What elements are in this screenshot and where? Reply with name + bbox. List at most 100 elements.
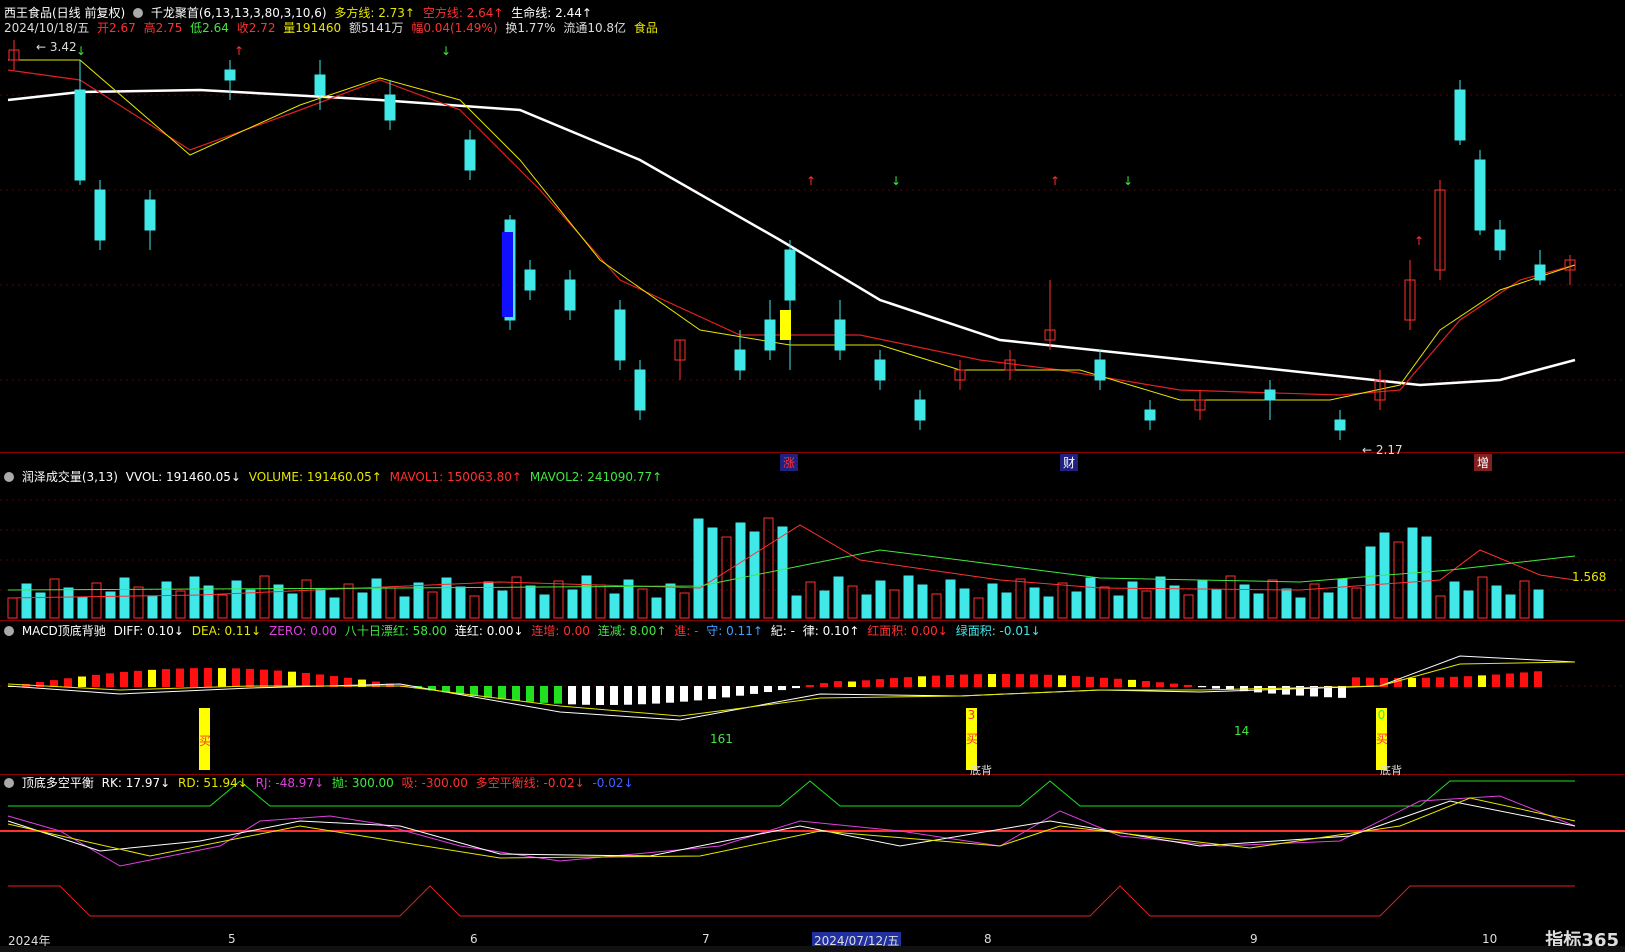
macd-bar bbox=[498, 686, 506, 700]
candle-body bbox=[1264, 389, 1276, 401]
duo-line-value: 多方线: 2.73↑ bbox=[334, 6, 415, 20]
gear-icon[interactable] bbox=[4, 472, 14, 482]
tag-zhang[interactable]: 涨 bbox=[780, 454, 799, 471]
volume-ratio-label: 1.568 bbox=[1572, 570, 1607, 584]
balance-panel[interactable]: 顶底多空平衡 RK: 17.97↓ RD: 51.94↓ RJ: -48.97↓… bbox=[0, 776, 1625, 928]
red-area-value: 红面积: 0.00↓ bbox=[867, 624, 948, 638]
signal-arrow: ↓ bbox=[441, 44, 451, 58]
volume-bar bbox=[945, 579, 956, 619]
buy-signal-1[interactable]: 买 bbox=[199, 708, 211, 770]
volume-bar bbox=[301, 579, 312, 619]
macd-bar bbox=[148, 669, 156, 687]
gear-icon[interactable] bbox=[4, 626, 14, 636]
volume-bar bbox=[637, 588, 648, 619]
macd-bar bbox=[1212, 686, 1220, 689]
green-area-value: 绿面积: -0.01↓ bbox=[955, 624, 1041, 638]
min-price-label: ← 2.17 bbox=[1362, 443, 1403, 457]
xi-value: 吸: -300.00 bbox=[401, 776, 468, 790]
macd-bar bbox=[946, 674, 954, 687]
volume-bar bbox=[217, 594, 228, 619]
volume-chart[interactable] bbox=[0, 470, 1625, 620]
macd-panel[interactable]: MACD顶底背驰 DIFF: 0.10↓ DEA: 0.11↓ ZERO: 0.… bbox=[0, 624, 1625, 777]
volume-bar bbox=[693, 518, 704, 619]
quote-high: 高2.75 bbox=[143, 21, 183, 35]
macd-bar bbox=[1534, 671, 1542, 687]
volume-bar bbox=[1127, 581, 1138, 619]
macd-bar bbox=[1198, 686, 1206, 688]
macd-bar bbox=[512, 686, 520, 701]
macd-bar bbox=[834, 681, 842, 687]
candle-body bbox=[74, 89, 86, 181]
quote-low: 低2.64 bbox=[190, 21, 229, 35]
macd-bar bbox=[652, 686, 660, 704]
volume-bar bbox=[1323, 592, 1334, 619]
kong-line bbox=[7, 69, 1576, 396]
volume-bar bbox=[567, 589, 578, 619]
signal-arrow: ↓ bbox=[1123, 174, 1133, 188]
volume-bar bbox=[1267, 579, 1278, 619]
duo-line bbox=[8, 59, 1576, 401]
macd-bar bbox=[1492, 674, 1500, 687]
volume-bar bbox=[273, 584, 284, 619]
volume-value: VOLUME: 191460.05↑ bbox=[248, 470, 382, 484]
macd-bar bbox=[64, 678, 72, 687]
macd-bar bbox=[1366, 677, 1374, 687]
buy-signal-3[interactable]: 0 买 bbox=[1376, 708, 1388, 770]
macd-bar bbox=[540, 686, 548, 703]
gear-icon[interactable] bbox=[133, 8, 144, 18]
quote-change: 幅0.04(1.49%) bbox=[411, 21, 498, 35]
volume-bar bbox=[1421, 536, 1432, 619]
volume-bar bbox=[1169, 585, 1180, 619]
rk-value: RK: 17.97↓ bbox=[101, 776, 171, 790]
balance-chart[interactable] bbox=[0, 776, 1625, 928]
macd-bar bbox=[1170, 683, 1178, 687]
volume-bar bbox=[1141, 590, 1152, 619]
dea-value: DEA: 0.11↓ bbox=[191, 624, 262, 638]
macd-bar bbox=[176, 668, 184, 687]
buy-signal-2[interactable]: 3 买 bbox=[966, 708, 979, 770]
x-label-9: 9 bbox=[1250, 932, 1258, 946]
volume-bar bbox=[91, 582, 102, 619]
volume-bar bbox=[875, 580, 886, 619]
price-panel[interactable]: ↓ ↑ ↓ ↑ ↓ ↑ ↓ ↑ 西王食品(日线 前复权) 千龙聚首(6,13,13,3,80,… bbox=[0, 0, 1625, 471]
volume-bar bbox=[707, 527, 718, 619]
macd-header: MACD顶底背驰 DIFF: 0.10↓ DEA: 0.11↓ ZERO: 0.… bbox=[4, 624, 1045, 639]
macd-bar bbox=[190, 668, 198, 687]
highlight-candle-yellow bbox=[780, 310, 791, 340]
volume-bar bbox=[1001, 592, 1012, 619]
buy-signal-label: 买 bbox=[966, 732, 979, 746]
stock-name[interactable]: 西王食品(日线 前复权) bbox=[4, 6, 125, 20]
macd-bar bbox=[1422, 677, 1430, 687]
macd-bar bbox=[918, 676, 926, 687]
macd-bar bbox=[232, 668, 240, 687]
volume-bar bbox=[49, 578, 60, 619]
lianjian-value: 连减: 8.00↑ bbox=[597, 624, 667, 638]
volume-panel[interactable]: 润泽成交量(3,13) VVOL: 191460.05↓ VOLUME: 191… bbox=[0, 470, 1625, 621]
macd-bar bbox=[218, 668, 226, 687]
volume-bar bbox=[903, 575, 914, 619]
x-label-10: 10 bbox=[1482, 932, 1498, 946]
macd-bar bbox=[1086, 676, 1094, 687]
volume-bar bbox=[511, 576, 522, 619]
quote-date: 2024/10/18/五 bbox=[4, 21, 90, 35]
price-chart[interactable]: ↓ ↑ ↓ ↑ ↓ ↑ ↓ ↑ bbox=[0, 0, 1625, 452]
tag-cai[interactable]: 财 bbox=[1060, 454, 1079, 471]
macd-bar bbox=[680, 686, 688, 702]
volume-bar bbox=[889, 589, 900, 619]
tag-zeng[interactable]: 增 bbox=[1474, 454, 1493, 471]
macd-bar bbox=[1142, 681, 1150, 687]
volume-bar bbox=[203, 585, 214, 619]
rj-value: RJ: -48.97↓ bbox=[255, 776, 325, 790]
zero-value: ZERO: 0.00 bbox=[269, 624, 337, 638]
volume-bar bbox=[497, 590, 508, 619]
bottom-tab-strip[interactable] bbox=[0, 946, 1625, 952]
gear-icon[interactable] bbox=[4, 778, 14, 788]
volume-bar bbox=[1099, 586, 1110, 619]
candle-body bbox=[144, 199, 156, 231]
volume-bar bbox=[1463, 590, 1474, 619]
macd-bar bbox=[1352, 677, 1360, 687]
lianzeng-value: 连增: 0.00 bbox=[531, 624, 590, 638]
macd-bar bbox=[848, 681, 856, 687]
quote-line: 2024/10/18/五 开2.67 高2.75 低2.64 收2.72 量19… bbox=[4, 21, 662, 36]
volume-bar bbox=[357, 592, 368, 619]
